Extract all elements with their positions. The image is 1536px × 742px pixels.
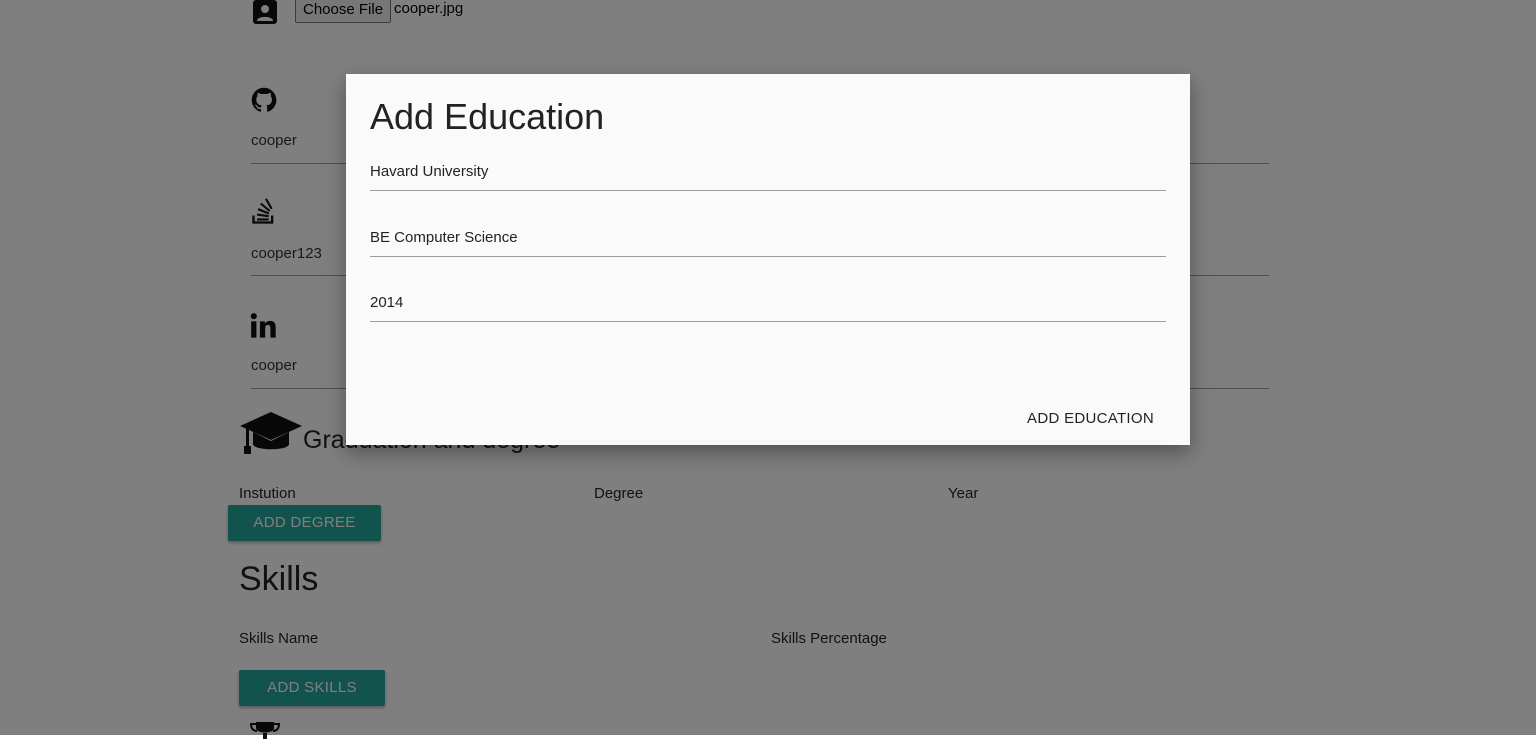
institution-input-underline: [370, 190, 1166, 191]
institution-input-value[interactable]: Havard University: [370, 163, 1166, 190]
year-input-value[interactable]: 2014: [370, 294, 1166, 321]
year-field[interactable]: 2014: [370, 294, 1166, 322]
degree-input-underline: [370, 256, 1166, 257]
add-education-modal: Add Education Havard University BE Compu…: [346, 74, 1190, 445]
degree-input-value[interactable]: BE Computer Science: [370, 229, 1166, 256]
add-education-button[interactable]: ADD EDUCATION: [1027, 410, 1154, 427]
institution-field[interactable]: Havard University: [370, 163, 1166, 191]
degree-field[interactable]: BE Computer Science: [370, 229, 1166, 257]
year-input-underline: [370, 321, 1166, 322]
modal-title: Add Education: [370, 96, 605, 137]
